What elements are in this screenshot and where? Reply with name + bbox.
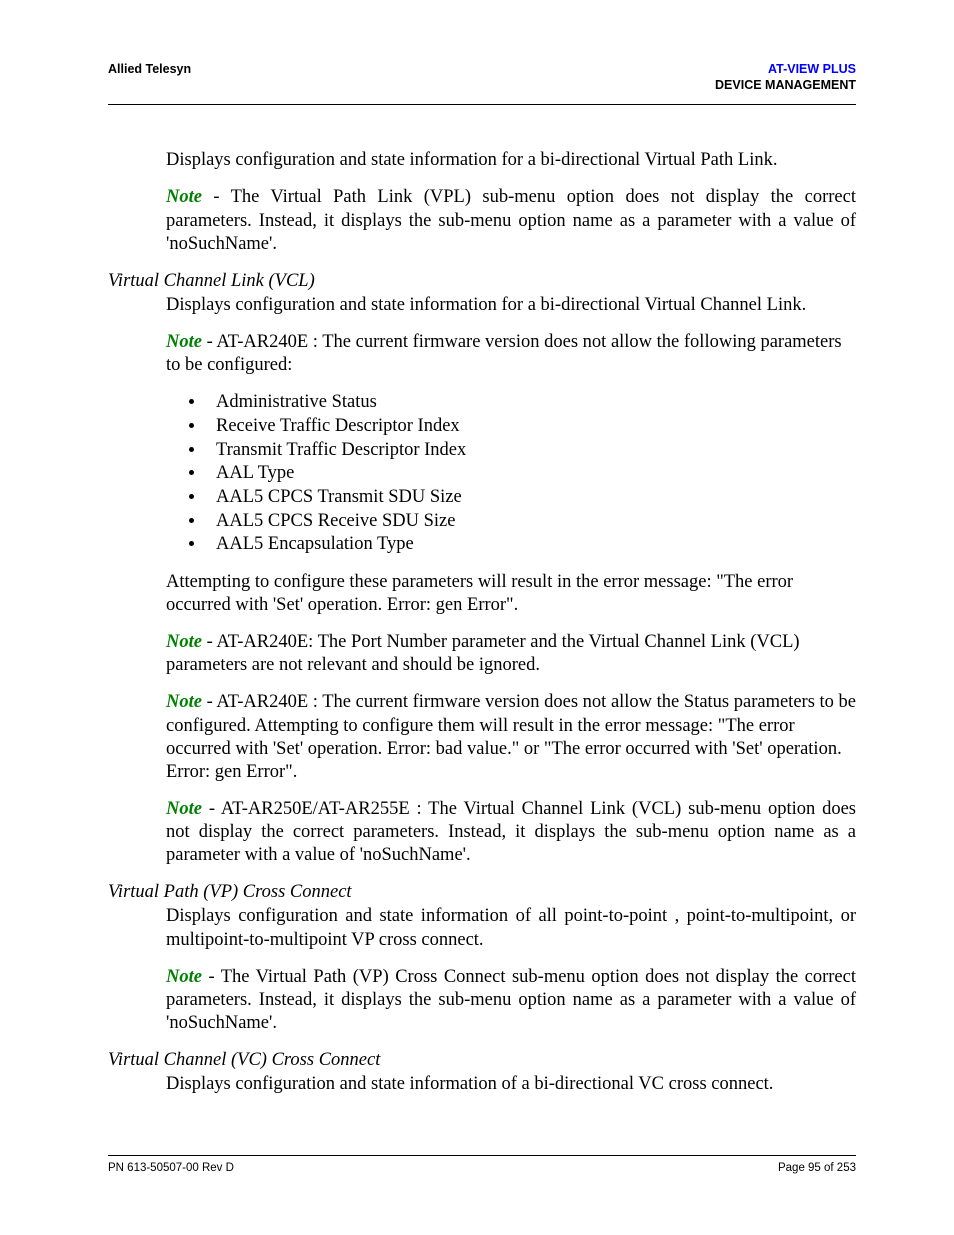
- vcl-note3: Note - AT-AR240E : The current firmware …: [166, 691, 856, 784]
- note-label: Note: [166, 799, 202, 819]
- vp-desc: Displays configuration and state informa…: [166, 905, 856, 951]
- vcl-note4: Note - AT-AR250E/AT-AR255E : The Virtual…: [166, 798, 856, 867]
- vp-heading: Virtual Path (VP) Cross Connect: [108, 881, 856, 904]
- document-page: Allied Telesyn AT-VIEW PLUS DEVICE MANAG…: [0, 0, 954, 1150]
- note-label: Note: [166, 692, 202, 712]
- list-item: AAL5 Encapsulation Type: [206, 533, 856, 557]
- vcl-note3-text: - AT-AR240E : The current firmware versi…: [166, 692, 856, 781]
- list-item: Transmit Traffic Descriptor Index: [206, 439, 856, 463]
- page-footer: PN 613-50507-00 Rev D Page 95 of 253: [108, 1155, 856, 1175]
- vcl-parameter-list: Administrative Status Receive Traffic De…: [206, 391, 856, 557]
- vcl-heading: Virtual Channel Link (VCL): [108, 270, 856, 293]
- footer-page-number: Page 95 of 253: [778, 1161, 856, 1175]
- note-label: Note: [166, 632, 202, 652]
- vcl-note4-text: - AT-AR250E/AT-AR255E : The Virtual Chan…: [166, 799, 856, 865]
- document-content: Displays configuration and state informa…: [108, 149, 856, 1096]
- list-item: AAL5 CPCS Receive SDU Size: [206, 510, 856, 534]
- header-category: DEVICE MANAGEMENT: [715, 78, 856, 92]
- vp-note1: Note - The Virtual Path (VP) Cross Conne…: [166, 966, 856, 1035]
- note-label: Note: [166, 967, 202, 987]
- list-item: Receive Traffic Descriptor Index: [206, 415, 856, 439]
- note-label: Note: [166, 332, 202, 352]
- vcl-desc: Displays configuration and state informa…: [166, 294, 856, 317]
- page-header: Allied Telesyn AT-VIEW PLUS DEVICE MANAG…: [108, 62, 856, 105]
- note-label: Note: [166, 187, 202, 207]
- header-product: AT-VIEW PLUS: [768, 62, 856, 76]
- intro-paragraph: Displays configuration and state informa…: [166, 149, 856, 172]
- vcl-note1: Note - AT-AR240E : The current firmware …: [166, 331, 856, 377]
- intro-note-text: - The Virtual Path Link (VPL) sub-menu o…: [166, 187, 856, 253]
- vcl-note2: Note - AT-AR240E: The Port Number parame…: [166, 631, 856, 677]
- vc-heading: Virtual Channel (VC) Cross Connect: [108, 1049, 856, 1072]
- vp-note1-text: - The Virtual Path (VP) Cross Connect su…: [166, 967, 856, 1033]
- vcl-note1-text: - AT-AR240E : The current firmware versi…: [166, 332, 842, 375]
- list-item: AAL Type: [206, 462, 856, 486]
- header-right: AT-VIEW PLUS DEVICE MANAGEMENT: [715, 62, 856, 93]
- header-company: Allied Telesyn: [108, 62, 191, 78]
- vcl-note2-text: - AT-AR240E: The Port Number parameter a…: [166, 632, 800, 675]
- vcl-afterlist: Attempting to configure these parameters…: [166, 571, 856, 617]
- list-item: Administrative Status: [206, 391, 856, 415]
- list-item: AAL5 CPCS Transmit SDU Size: [206, 486, 856, 510]
- intro-note: Note - The Virtual Path Link (VPL) sub-m…: [166, 186, 856, 255]
- footer-pn: PN 613-50507-00 Rev D: [108, 1161, 234, 1175]
- vc-desc: Displays configuration and state informa…: [166, 1073, 856, 1096]
